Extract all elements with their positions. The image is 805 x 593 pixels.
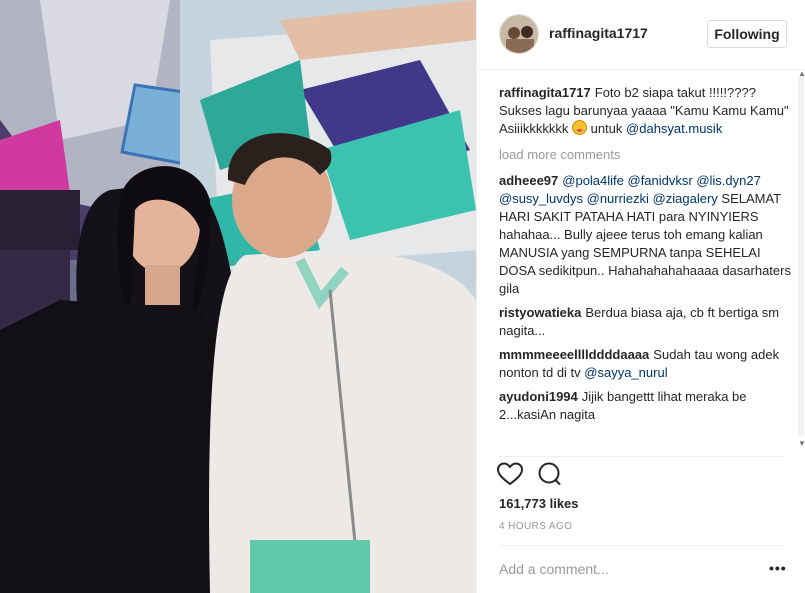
avatar[interactable] bbox=[499, 14, 539, 54]
scrollbar-track[interactable] bbox=[798, 76, 804, 436]
post-panel: raffinagita1717 Following raffinagita171… bbox=[476, 0, 805, 593]
comment-item: adheee97 @pola4life @fanidvksr @lis.dyn27… bbox=[499, 172, 793, 298]
avatar-image bbox=[500, 15, 538, 53]
post-photo[interactable] bbox=[0, 0, 476, 593]
comment-text: SELAMAT HARI SAKIT PATAHA HATI para NYIN… bbox=[499, 191, 791, 296]
grinning-face-emoji-icon bbox=[571, 120, 587, 135]
more-options-icon[interactable]: ••• bbox=[769, 560, 787, 576]
add-comment-input[interactable] bbox=[499, 558, 739, 580]
divider bbox=[499, 456, 785, 457]
comment-username[interactable]: adheee97 bbox=[499, 173, 558, 188]
caption: raffinagita1717 Foto b2 siapa takut !!!!!… bbox=[499, 84, 793, 138]
load-more-comments-link[interactable]: load more comments bbox=[499, 146, 793, 164]
comment-item: ristyowatieka Berdua biasa aja, cb ft ber… bbox=[499, 304, 793, 340]
comment-username[interactable]: ristyowatieka bbox=[499, 305, 581, 320]
scroll-down-arrow-icon[interactable]: ▼ bbox=[798, 440, 805, 448]
heart-icon[interactable] bbox=[496, 462, 524, 491]
divider bbox=[499, 545, 785, 546]
likes-count[interactable]: 161,773 likes bbox=[499, 496, 579, 511]
comment-mention[interactable]: @sayya_nurul bbox=[584, 365, 667, 380]
caption-text-2: untuk bbox=[590, 121, 623, 136]
comments-scrollbar[interactable]: ▲ ▼ bbox=[796, 70, 805, 456]
comment-username[interactable]: ayudoni1994 bbox=[499, 389, 578, 404]
post-timestamp[interactable]: 4 HOURS AGO bbox=[499, 521, 572, 532]
caption-mention[interactable]: @dahsyat.musik bbox=[626, 121, 722, 136]
comment-username[interactable]: mmmmeeeellllddddaaaa bbox=[499, 347, 649, 362]
comment-item: ayudoni1994 Jijik bangettt lihat meraka b… bbox=[499, 388, 793, 424]
comment-bubble-icon[interactable] bbox=[537, 462, 563, 491]
photo-illustration bbox=[0, 0, 476, 593]
header-username[interactable]: raffinagita1717 bbox=[549, 25, 648, 41]
caption-username[interactable]: raffinagita1717 bbox=[499, 85, 591, 100]
post-header: raffinagita1717 Following bbox=[477, 0, 805, 70]
comment-item: mmmmeeeellllddddaaaa Sudah tau wong adek … bbox=[499, 346, 793, 382]
comments-list[interactable]: raffinagita1717 Foto b2 siapa takut !!!!!… bbox=[499, 84, 793, 454]
following-button[interactable]: Following bbox=[707, 20, 787, 48]
post-actions bbox=[496, 462, 573, 491]
